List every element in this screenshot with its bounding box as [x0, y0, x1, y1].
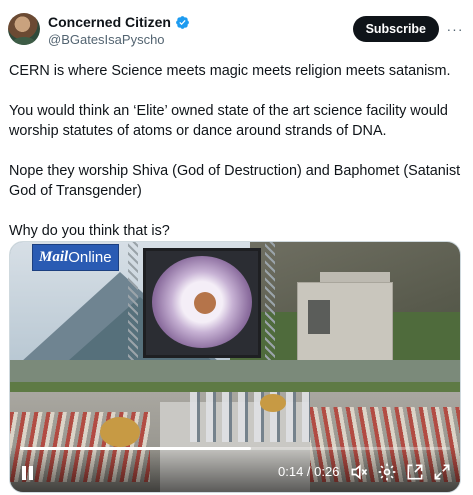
pip-icon[interactable]	[405, 462, 425, 482]
tweet-header: Concerned Citizen @BGatesIsaPyscho Subsc…	[8, 13, 465, 49]
video-progress-fill	[20, 447, 252, 450]
video-player[interactable]: Mail Online 0:14 / 0:26	[9, 241, 461, 493]
tweet-paragraph: CERN is where Science meets magic meets …	[9, 63, 451, 79]
pause-icon[interactable]	[22, 462, 36, 482]
fullscreen-icon[interactable]	[432, 462, 452, 482]
author-name[interactable]: Concerned Citizen	[48, 14, 171, 30]
tweet-body: CERN is where Science meets magic meets …	[9, 61, 461, 261]
tweet-paragraph: You would think an ‘Elite’ owned state o…	[9, 103, 448, 139]
video-progress-bar[interactable]	[20, 447, 450, 450]
watermark-main: Mail	[39, 249, 69, 265]
subscribe-button[interactable]: Subscribe	[352, 16, 439, 42]
mute-icon[interactable]	[349, 462, 369, 482]
settings-icon[interactable]	[377, 462, 397, 482]
author-handle[interactable]: @BGatesIsaPyscho	[48, 32, 165, 47]
tweet-paragraph: Nope they worship Shiva (God of Destruct…	[9, 163, 461, 199]
mailonline-watermark: Mail Online	[32, 244, 119, 271]
more-options-icon[interactable]: ···	[445, 19, 465, 39]
tweet-paragraph: Why do you think that is?	[9, 223, 170, 239]
verified-badge-icon	[176, 15, 189, 29]
avatar[interactable]	[8, 13, 40, 45]
video-time: 0:14 / 0:26	[278, 464, 340, 479]
watermark-sub: Online	[68, 249, 112, 266]
author-name-row: Concerned Citizen	[48, 14, 190, 30]
